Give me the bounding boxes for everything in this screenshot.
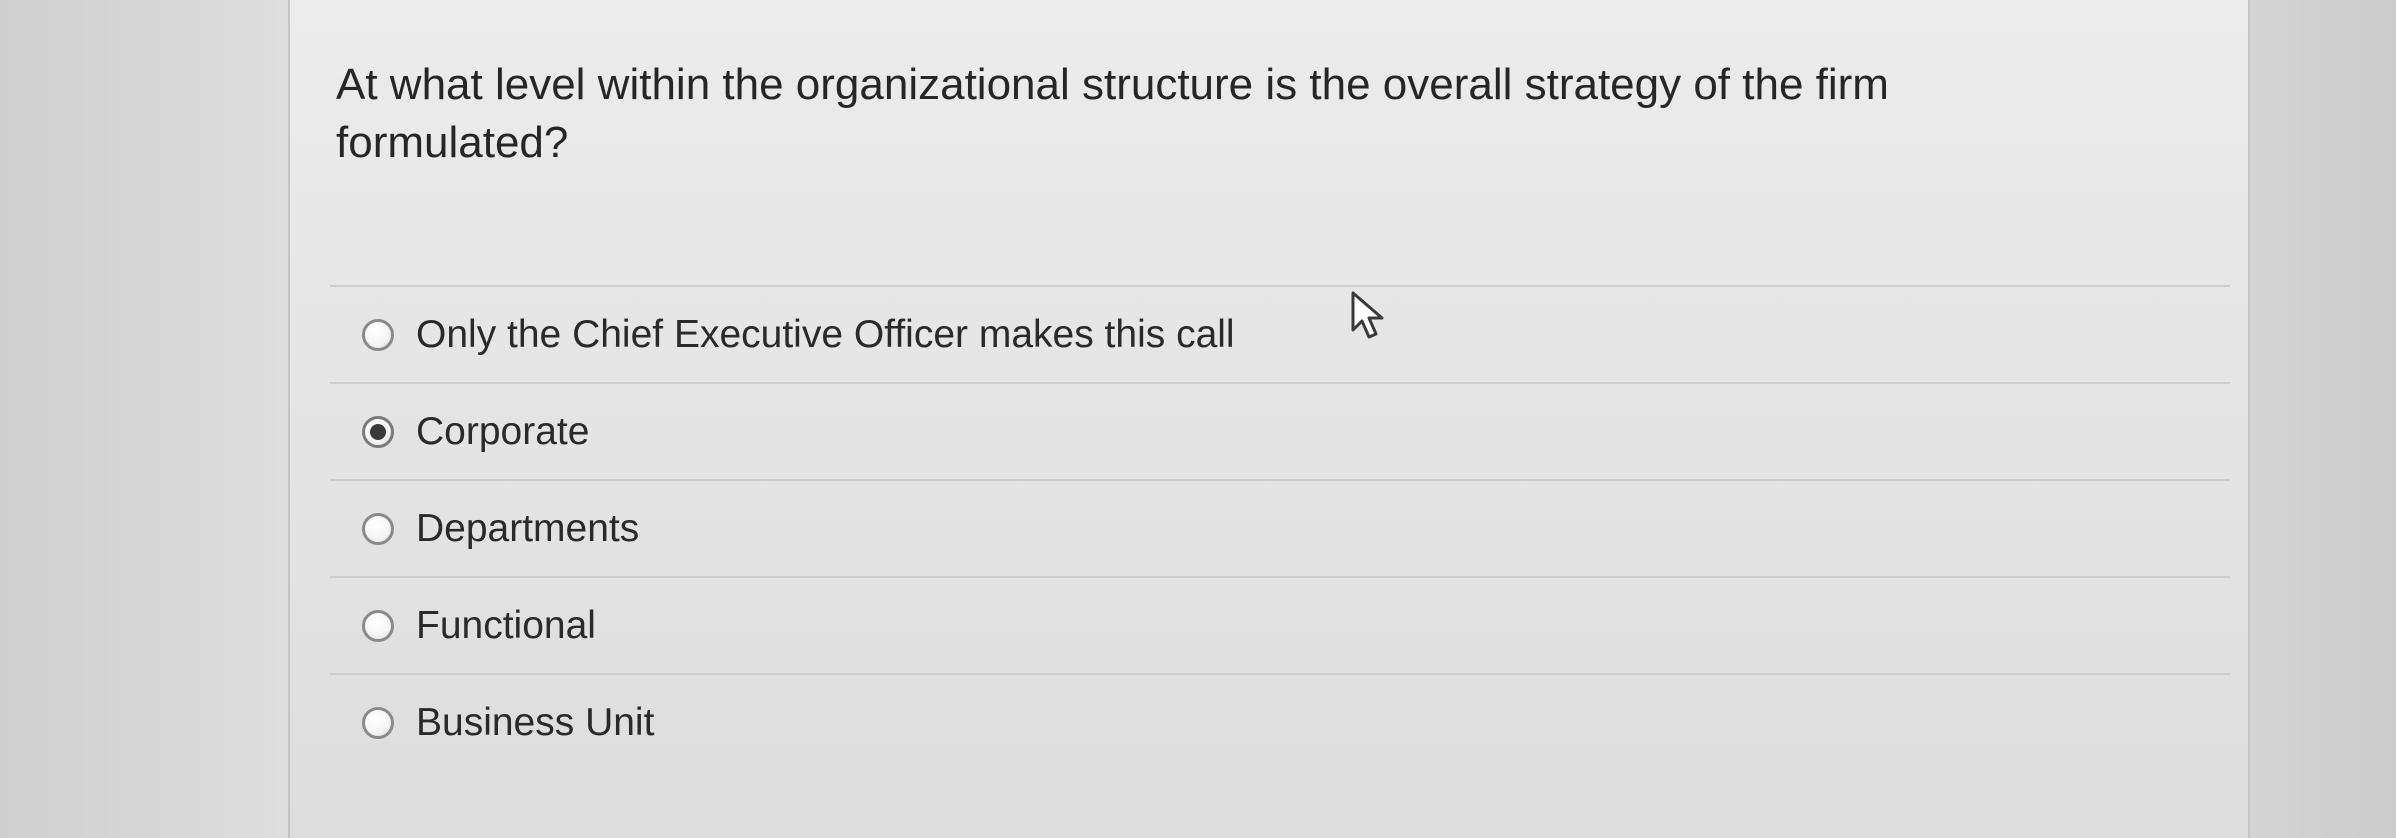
option-label: Corporate [416, 409, 590, 453]
option-label: Departments [416, 506, 640, 550]
option-functional[interactable]: Functional [330, 576, 2230, 673]
option-label: Functional [416, 603, 596, 647]
radio-button[interactable] [362, 318, 394, 351]
option-label: Business Unit [416, 700, 655, 744]
option-corporate[interactable]: Corporate [330, 382, 2230, 479]
radio-button[interactable] [362, 512, 394, 545]
option-label: Only the Chief Executive Officer makes t… [416, 312, 1235, 356]
radio-button-selected[interactable] [362, 415, 394, 448]
option-departments[interactable]: Departments [330, 479, 2230, 576]
option-business-unit[interactable]: Business Unit [330, 673, 2230, 770]
option-ceo[interactable]: Only the Chief Executive Officer makes t… [330, 285, 2230, 382]
answer-options: Only the Chief Executive Officer makes t… [330, 285, 2230, 770]
radio-button[interactable] [362, 706, 394, 739]
question-card: At what level within the organizational … [288, 0, 2250, 838]
question-text: At what level within the organizational … [336, 60, 1889, 167]
mouse-pointer-icon [1351, 291, 1384, 339]
radio-button[interactable] [362, 609, 394, 642]
